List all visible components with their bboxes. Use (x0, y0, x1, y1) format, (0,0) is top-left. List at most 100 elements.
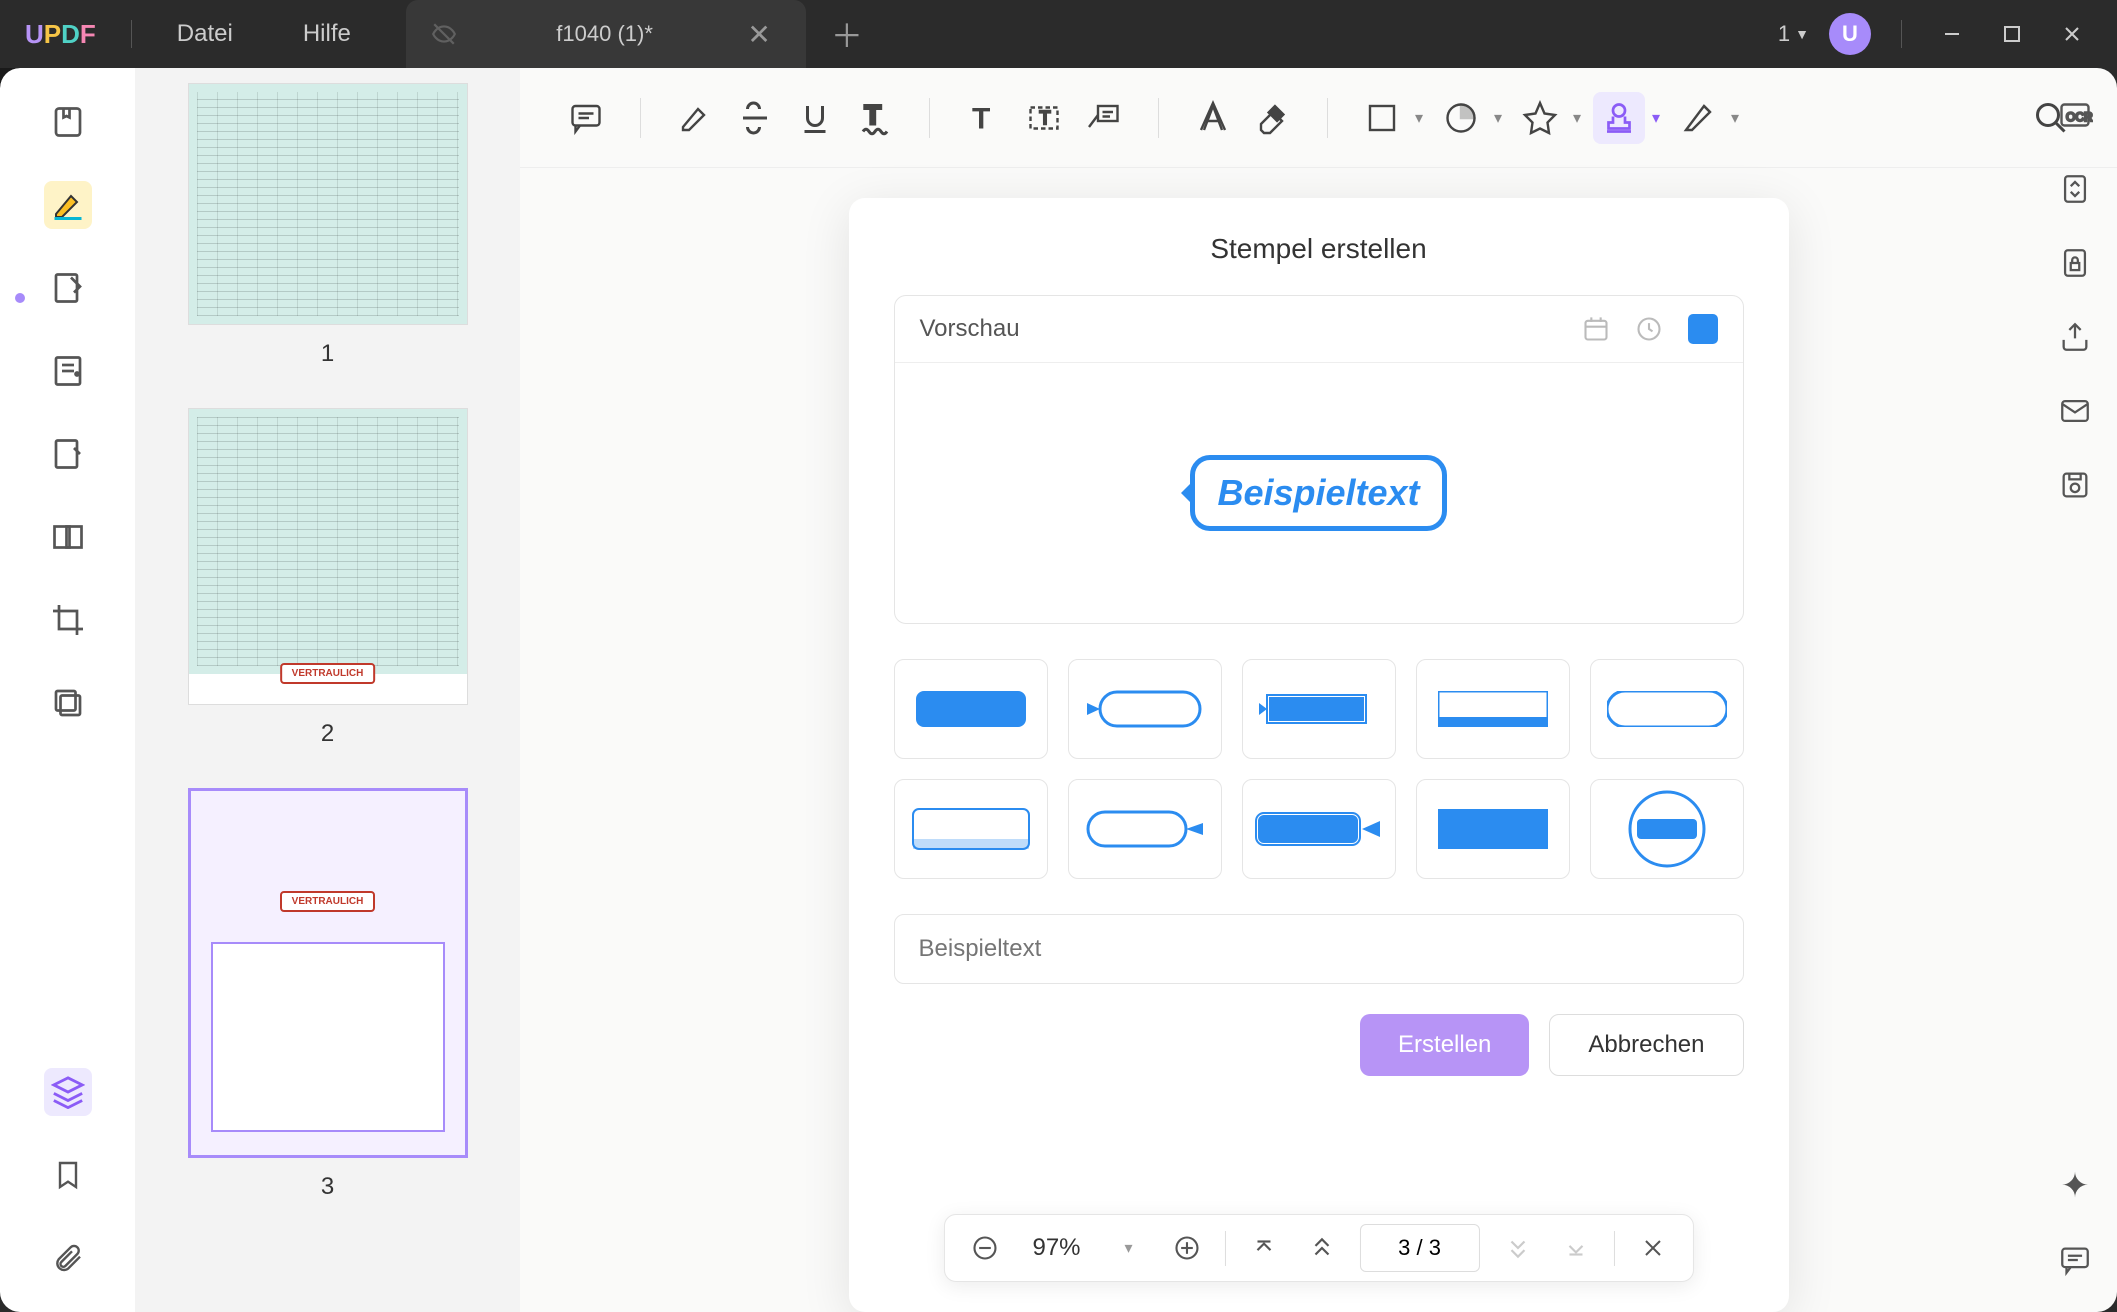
tool-pin-dropdown[interactable]: ▾ (1569, 108, 1585, 128)
clock-icon[interactable] (1635, 315, 1663, 343)
chat-button[interactable] (2053, 1238, 2097, 1282)
tool-textbox-button[interactable]: T (1018, 92, 1070, 144)
svg-text:T: T (1040, 108, 1051, 128)
stamp-shape-1[interactable] (894, 659, 1048, 759)
tool-underline-button[interactable] (789, 92, 841, 144)
tool-callout-button[interactable] (1078, 92, 1130, 144)
protect-button[interactable] (2053, 241, 2097, 285)
annotation-toolbar: T T T ▾ ▾ ▾ ▾ ▾ (520, 68, 2117, 168)
close-nav-button[interactable] (1633, 1228, 1673, 1268)
tool-shape-button[interactable] (1356, 92, 1408, 144)
rail-attachment-button[interactable] (44, 1234, 92, 1282)
thumbnail-page-3[interactable]: VERTRAULICH (188, 788, 468, 1158)
stamp-shape-6[interactable] (894, 779, 1048, 879)
stamp-shape-4[interactable] (1416, 659, 1570, 759)
menu-help[interactable]: Hilfe (268, 20, 386, 48)
tool-sticker-dropdown[interactable]: ▾ (1490, 108, 1506, 128)
tool-comment-button[interactable] (560, 92, 612, 144)
thumbnail-label-2: 2 (165, 720, 490, 748)
zoom-out-button[interactable] (964, 1228, 1004, 1268)
titlebar: UPDF Datei Hilfe f1040 (1)* ✕ ＋ 1▼ U (0, 0, 2117, 68)
tool-pencil-button[interactable] (1187, 92, 1239, 144)
create-button[interactable]: Erstellen (1360, 1014, 1529, 1076)
tool-sticker-button[interactable] (1435, 92, 1487, 144)
tool-eraser-button[interactable] (1247, 92, 1299, 144)
stamp-shape-10[interactable] (1590, 779, 1744, 879)
tool-pin-button[interactable] (1514, 92, 1566, 144)
stamp-shape-7[interactable] (1068, 779, 1222, 879)
page-input[interactable] (1360, 1224, 1480, 1272)
app-logo: UPDF (0, 19, 121, 50)
thumbnail-page-2[interactable]: VERTRAULICH (188, 408, 468, 705)
rail-highlight-button[interactable] (44, 181, 92, 229)
preview-label: Vorschau (920, 315, 1020, 343)
tab-title: f1040 (1)* (472, 21, 738, 47)
thumbnail-page-1[interactable] (188, 83, 468, 325)
rail-bookmarks-button[interactable] (44, 98, 92, 146)
thumb-stamp-2: VERTRAULICH (280, 663, 376, 684)
rail-bookmark-button[interactable] (44, 1151, 92, 1199)
create-stamp-dialog: Stempel erstellen Vorschau Beispieltext (849, 198, 1789, 1312)
tab-eye-off-icon (431, 21, 457, 47)
stamp-preview: Beispieltext (1190, 455, 1446, 531)
rail-edit-button[interactable] (44, 264, 92, 312)
prev-page-button[interactable] (1302, 1228, 1342, 1268)
dialog-title: Stempel erstellen (894, 233, 1744, 265)
stamp-shape-3[interactable] (1242, 659, 1396, 759)
email-button[interactable] (2053, 389, 2097, 433)
window-count[interactable]: 1▼ (1778, 21, 1809, 47)
thumb-stamp-3: VERTRAULICH (280, 891, 376, 912)
tool-stamp-button[interactable] (1593, 92, 1645, 144)
tool-squiggly-button[interactable]: T (849, 92, 901, 144)
save-button[interactable] (2053, 463, 2097, 507)
first-page-button[interactable] (1244, 1228, 1284, 1268)
thumbnail-label-1: 1 (165, 340, 490, 368)
window-minimize-button[interactable] (1932, 14, 1972, 54)
calendar-icon[interactable] (1582, 315, 1610, 343)
rail-pages-button[interactable] (44, 347, 92, 395)
tool-stamp-dropdown[interactable]: ▾ (1648, 108, 1664, 128)
bottom-navigation: 97% ▾ (943, 1214, 1693, 1282)
left-rail (0, 68, 135, 1312)
tool-signature-button[interactable] (1672, 92, 1724, 144)
stamp-text-input[interactable] (894, 914, 1744, 984)
tab-add-button[interactable]: ＋ (831, 11, 863, 57)
document-tab[interactable]: f1040 (1)* ✕ (406, 0, 806, 68)
tool-signature-dropdown[interactable]: ▾ (1727, 108, 1743, 128)
stamp-shape-9[interactable] (1416, 779, 1570, 879)
convert-button[interactable] (2053, 167, 2097, 211)
rail-compare-button[interactable] (44, 513, 92, 561)
rail-form-button[interactable] (44, 430, 92, 478)
rail-crop-button[interactable] (44, 596, 92, 644)
cancel-button[interactable]: Abbrechen (1549, 1014, 1743, 1076)
stamp-shape-2[interactable] (1068, 659, 1222, 759)
last-page-button[interactable] (1556, 1228, 1596, 1268)
menu-file[interactable]: Datei (142, 20, 268, 48)
rail-layers-button[interactable] (44, 1068, 92, 1116)
tab-close-button[interactable]: ✕ (737, 18, 780, 51)
tool-shape-dropdown[interactable]: ▾ (1411, 108, 1427, 128)
ai-assistant-button[interactable]: ✦ (2053, 1164, 2097, 1208)
ocr-button[interactable]: OCR (2053, 93, 2097, 137)
zoom-dropdown[interactable]: ▾ (1109, 1228, 1149, 1268)
window-close-button[interactable] (2052, 14, 2092, 54)
zoom-in-button[interactable] (1167, 1228, 1207, 1268)
share-button[interactable] (2053, 315, 2097, 359)
svg-text:T: T (972, 102, 990, 135)
window-maximize-button[interactable] (1992, 14, 2032, 54)
color-picker-swatch[interactable] (1688, 314, 1718, 344)
tool-strikethrough-button[interactable] (729, 92, 781, 144)
tool-text-button[interactable]: T (958, 92, 1010, 144)
stamp-shape-5[interactable] (1590, 659, 1744, 759)
main-area: T T T ▾ ▾ ▾ ▾ ▾ Stempel erstellen (520, 68, 2117, 1312)
next-page-button[interactable] (1498, 1228, 1538, 1268)
tool-highlighter-button[interactable] (669, 92, 721, 144)
user-avatar[interactable]: U (1829, 13, 1871, 55)
rail-copy-button[interactable] (44, 679, 92, 727)
zoom-value: 97% (1022, 1234, 1090, 1262)
thumbnail-label-3: 3 (165, 1173, 490, 1201)
stamp-shape-8[interactable] (1242, 779, 1396, 879)
svg-text:T: T (865, 100, 882, 130)
thumbnails-panel: 1 VERTRAULICH 2 VERTRAULICH 3 (135, 68, 520, 1312)
active-indicator-dot (15, 293, 25, 303)
